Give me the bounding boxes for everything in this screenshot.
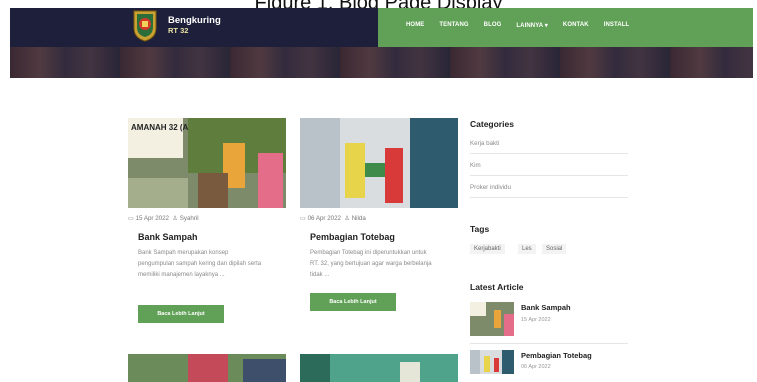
- category-link[interactable]: Kerja bakti: [470, 140, 499, 147]
- latest-heading: Latest Article: [470, 282, 524, 292]
- user-icon: ♙: [172, 215, 178, 222]
- post-thumbnail[interactable]: [300, 118, 458, 208]
- post-card: AMANAH 32 (ALEE) ▭ 15 Apr 2022 ♙ Syahril…: [120, 110, 292, 330]
- tag-pill[interactable]: Les: [518, 244, 536, 254]
- user-icon: ♙: [344, 215, 350, 222]
- nav-lainnya-dropdown[interactable]: LAINNYA ▾: [516, 22, 547, 29]
- latest-title[interactable]: Pembagian Totebag: [521, 351, 592, 360]
- latest-title[interactable]: Bank Sampah: [521, 303, 571, 312]
- calendar-icon: ▭: [128, 215, 134, 222]
- brand-name: Bengkuring: [168, 15, 221, 26]
- nav-tentang[interactable]: TENTANG: [439, 22, 468, 29]
- nav-menu: HOME TENTANG BLOG LAINNYA ▾ KONTAK INSTA…: [378, 8, 753, 47]
- brand-sub: RT 32: [168, 26, 189, 35]
- latest-date: 15 Apr 2022: [521, 317, 551, 323]
- hero-banner: [10, 47, 753, 78]
- post-thumbnail[interactable]: [300, 354, 458, 382]
- post-thumbnail[interactable]: AMANAH 32 (ALEE): [128, 118, 286, 208]
- post-meta: ▭ 06 Apr 2022 ♙ Nilda: [300, 215, 366, 222]
- nav-home[interactable]: HOME: [406, 22, 424, 29]
- post-card: ▭ 06 Apr 2022 ♙ Nilda Pembagian Totebag …: [292, 110, 464, 330]
- read-more-button[interactable]: Baca Lebih Lanjut: [138, 305, 224, 323]
- calendar-icon: ▭: [300, 215, 306, 222]
- category-link[interactable]: Proker individu: [470, 184, 511, 191]
- tag-pill[interactable]: Kerjabakti: [470, 244, 505, 254]
- read-more-button[interactable]: Baca Lebih Lanjut: [310, 293, 396, 311]
- brand[interactable]: Bengkuring RT 32: [168, 16, 221, 36]
- top-navbar: Bengkuring RT 32 HOME TENTANG BLOG LAINN…: [10, 8, 753, 47]
- post-title[interactable]: Bank Sampah: [138, 232, 198, 242]
- post-thumbnail[interactable]: [128, 354, 286, 382]
- category-link[interactable]: Kim: [470, 162, 481, 169]
- latest-thumbnail[interactable]: [470, 350, 514, 374]
- logo-emblem-icon[interactable]: [130, 8, 160, 42]
- post-meta: ▭ 15 Apr 2022 ♙ Syahril: [128, 215, 199, 222]
- post-date: 06 Apr 2022: [307, 215, 341, 222]
- tag-pill[interactable]: Sosial: [542, 244, 567, 254]
- latest-date: 06 Apr 2022: [521, 364, 551, 370]
- nav-blog[interactable]: BLOG: [484, 22, 502, 29]
- post-title[interactable]: Pembagian Totebag: [310, 232, 395, 242]
- post-excerpt: Pembagian Totebag ini diperuntukkan untu…: [310, 250, 432, 278]
- post-author[interactable]: Nilda: [352, 215, 366, 222]
- post-excerpt: Bank Sampah merupakan konsep pengumpulan…: [138, 250, 262, 278]
- latest-thumbnail[interactable]: [470, 302, 514, 336]
- nav-install[interactable]: INSTALL: [604, 22, 630, 29]
- tags-heading: Tags: [470, 224, 490, 234]
- categories-heading: Categories: [470, 119, 514, 129]
- post-author[interactable]: Syahril: [180, 215, 199, 222]
- nav-kontak[interactable]: KONTAK: [563, 22, 589, 29]
- post-date: 15 Apr 2022: [135, 215, 169, 222]
